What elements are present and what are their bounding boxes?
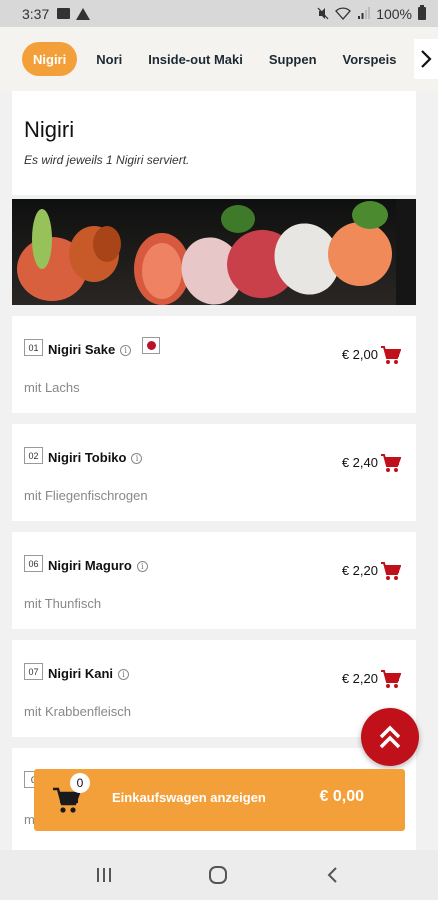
info-icon[interactable]: i — [120, 345, 132, 356]
item-name: Nigiri Kani i — [48, 666, 130, 681]
item-description: mit Fliegenfischrogen — [24, 488, 148, 503]
status-bar: 3:37 100% — [0, 0, 438, 27]
item-number: 01 — [24, 339, 43, 356]
cart-count-badge: 0 — [70, 773, 90, 793]
info-icon[interactable]: i — [136, 561, 148, 572]
cart-total: € 0,00 — [319, 788, 364, 805]
status-time: 3:37 — [22, 5, 50, 22]
item-name: Nigiri Maguro i — [48, 558, 148, 573]
tab-inside-out-maki[interactable]: Inside-out Maki — [135, 42, 256, 76]
category-banner-image — [12, 199, 416, 305]
item-price: € 2,20 — [341, 671, 378, 686]
mute-icon — [317, 7, 329, 20]
menu-item[interactable]: 01 Nigiri Sake i mit Lachs € 2,00 — [12, 316, 416, 413]
item-description: mit Thunfisch — [24, 596, 102, 611]
battery-icon — [418, 5, 426, 20]
signal-icon — [358, 7, 371, 19]
cart-label: Einkaufswagen anzeigen — [112, 790, 266, 805]
item-name: Nigiri Sake i — [48, 342, 132, 357]
battery-percent: 100% — [376, 5, 412, 22]
add-to-cart-icon[interactable] — [380, 562, 401, 581]
item-price: € 2,40 — [341, 455, 378, 470]
info-icon[interactable]: i — [131, 453, 143, 464]
add-to-cart-icon[interactable] — [380, 346, 401, 365]
warning-icon — [76, 7, 91, 20]
menu-item[interactable]: 06 Nigiri Maguro i mit Thunfisch € 2,20 — [12, 532, 416, 629]
add-to-cart-icon[interactable] — [380, 454, 401, 473]
item-price: € 2,00 — [341, 347, 378, 362]
item-name: Nigiri Tobiko i — [48, 450, 143, 465]
recent-apps-icon[interactable] — [94, 865, 114, 885]
tab-suppen[interactable]: Suppen — [256, 42, 330, 76]
item-number: 06 — [24, 555, 43, 572]
back-icon[interactable] — [323, 865, 343, 885]
tabs-next-button[interactable] — [414, 39, 438, 79]
category-tabs: Nigiri Nori Inside-out Maki Suppen Vorsp… — [0, 27, 438, 91]
home-icon[interactable] — [208, 865, 228, 885]
category-header: Nigiri Es wird jeweils 1 Nigiri serviert… — [12, 91, 416, 195]
category-description: Es wird jeweils 1 Nigiri serviert. — [24, 153, 190, 167]
scroll-to-top-button[interactable] — [361, 708, 419, 766]
japan-flag-icon — [142, 337, 160, 354]
menu-item[interactable]: 07 Nigiri Kani i mit Krabbenfleisch € 2,2… — [12, 640, 416, 737]
double-chevron-up-icon — [379, 725, 401, 749]
tab-vorspeisen[interactable]: Vorspeis — [330, 42, 410, 76]
tab-nori[interactable]: Nori — [83, 42, 135, 76]
item-description: mit Lachs — [24, 380, 80, 395]
item-number: 07 — [24, 663, 43, 680]
chevron-right-icon — [421, 50, 432, 68]
system-nav-bar — [0, 850, 438, 900]
category-title: Nigiri — [24, 117, 75, 142]
tab-nigiri[interactable]: Nigiri — [22, 42, 78, 76]
item-price: € 2,20 — [341, 563, 378, 578]
image-icon — [57, 8, 71, 19]
item-description: mit Krabbenfleisch — [24, 704, 131, 719]
menu-item[interactable]: 02 Nigiri Tobiko i mit Fliegenfischrogen … — [12, 424, 416, 521]
show-cart-button[interactable]: 0 Einkaufswagen anzeigen € 0,00 — [34, 769, 405, 831]
wifi-icon — [335, 7, 352, 20]
add-to-cart-icon[interactable] — [380, 670, 401, 689]
info-icon[interactable]: i — [118, 669, 130, 680]
item-number: 02 — [24, 447, 43, 464]
